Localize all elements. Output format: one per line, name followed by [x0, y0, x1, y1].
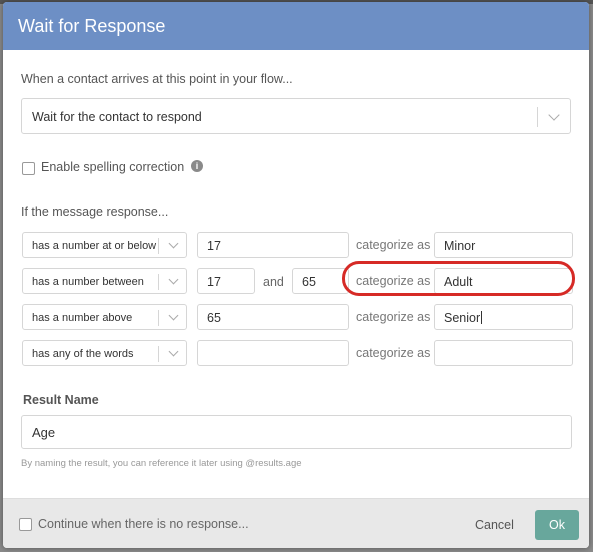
chevron-down-icon — [168, 346, 179, 357]
highlight-annotation — [342, 261, 575, 296]
select-divider — [158, 274, 159, 290]
categorize-as-label: categorize as — [356, 310, 431, 324]
wait-type-select[interactable]: Wait for the contact to respond — [21, 98, 571, 134]
dialog-header: Wait for Response — [3, 2, 589, 50]
rule-category-input[interactable]: Minor — [434, 232, 573, 258]
dialog-footer: Continue when there is no response... Ca… — [3, 498, 589, 548]
categorize-as-label: categorize as — [356, 346, 431, 360]
chevron-down-icon — [548, 109, 560, 121]
rule-operator-select[interactable]: has a number between — [22, 268, 187, 294]
spelling-correction-checkbox[interactable] — [22, 162, 35, 175]
cancel-button[interactable]: Cancel — [475, 518, 514, 532]
rule-category-value: Senior — [444, 311, 481, 325]
rule-operator-select[interactable]: has any of the words — [22, 340, 187, 366]
result-name-label: Result Name — [23, 393, 99, 407]
categorize-as-label: categorize as — [356, 238, 431, 252]
rule-operator-select[interactable]: has a number above — [22, 304, 187, 330]
dialog-title: Wait for Response — [18, 16, 166, 36]
rule-row: has a number at or below 17 categorize a… — [3, 232, 589, 258]
rule-operator-select[interactable]: has a number at or below — [22, 232, 187, 258]
rule-operator-value: has a number between — [32, 276, 144, 288]
continue-checkbox[interactable] — [19, 518, 32, 531]
chevron-down-icon — [168, 274, 179, 285]
spelling-correction-label: Enable spelling correction — [41, 160, 185, 174]
result-name-input[interactable]: Age — [21, 415, 572, 449]
rules-intro-label: If the message response... — [21, 205, 169, 219]
rule-value-input[interactable]: 65 — [197, 304, 349, 330]
rule-value-input[interactable]: 17 — [197, 232, 349, 258]
rule-category-input[interactable]: Senior — [434, 304, 573, 330]
chevron-down-icon — [168, 238, 179, 249]
rule-row: has any of the words categorize as — [3, 340, 589, 366]
flow-label: When a contact arrives at this point in … — [21, 72, 293, 86]
select-divider — [158, 238, 159, 254]
rule-value-input[interactable] — [197, 340, 349, 366]
chevron-down-icon — [168, 310, 179, 321]
rule-operator-value: has a number at or below — [32, 240, 157, 252]
ok-button[interactable]: Ok — [535, 510, 579, 540]
select-divider — [537, 107, 538, 127]
and-label: and — [263, 275, 284, 289]
continue-label: Continue when there is no response... — [38, 517, 249, 531]
result-name-hint: By naming the result, you can reference … — [21, 458, 302, 469]
text-cursor — [481, 311, 483, 324]
info-icon[interactable]: i — [191, 160, 203, 172]
select-divider — [158, 346, 159, 362]
rule-operator-value: has any of the words — [32, 348, 134, 360]
wait-type-value: Wait for the contact to respond — [32, 110, 202, 124]
select-divider — [158, 310, 159, 326]
rule-row: has a number above 65 categorize as Seni… — [3, 304, 589, 330]
rule-min-input[interactable]: 17 — [197, 268, 255, 294]
rule-category-input[interactable] — [434, 340, 573, 366]
rule-max-input[interactable]: 65 — [292, 268, 349, 294]
rule-operator-value: has a number above — [32, 312, 133, 324]
